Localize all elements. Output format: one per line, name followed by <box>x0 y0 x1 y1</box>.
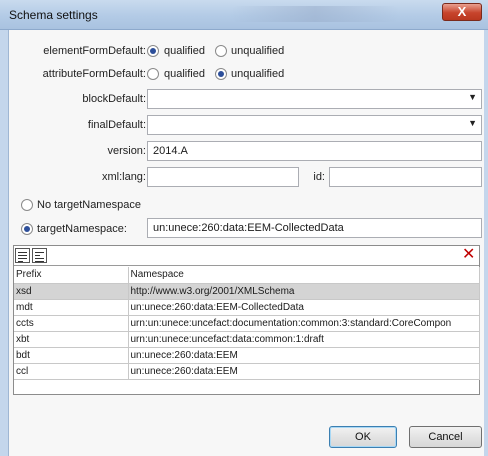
title-bar[interactable]: Schema settings X <box>0 0 488 30</box>
element-form-qualified-radio[interactable] <box>147 45 159 57</box>
prefix-cell[interactable]: xbt <box>14 331 129 348</box>
final-default-label: finalDefault: <box>87 119 146 131</box>
namespace-cell[interactable]: http://www.w3.org/2001/XMLSchema <box>128 283 480 300</box>
window-frame-left <box>0 30 9 456</box>
column-header-namespace[interactable]: Namespace <box>128 267 480 284</box>
namespace-cell[interactable]: un:unece:260:data:EEM <box>128 363 480 380</box>
column-header-prefix[interactable]: Prefix <box>14 267 129 284</box>
attribute-form-qualified-label[interactable]: qualified <box>164 68 205 80</box>
namespace-cell[interactable]: un:unece:260:data:EEM-CollectedData <box>128 299 480 316</box>
prefix-cell[interactable]: xsd <box>14 283 129 300</box>
attribute-form-unqualified-radio[interactable] <box>215 68 227 80</box>
version-label: version: <box>107 145 146 157</box>
window-title: Schema settings <box>9 8 98 22</box>
cancel-button[interactable]: Cancel <box>409 426 482 448</box>
target-namespace-label[interactable]: targetNamespace: <box>37 223 127 235</box>
table-header-row: Prefix Namespace <box>14 267 480 284</box>
namespace-panel: ✕ Prefix Namespace xsd http://www.w3.org… <box>13 245 480 395</box>
window-frame-right <box>484 30 488 456</box>
table-row[interactable]: xbt urn:un:unece:uncefact:data:common:1:… <box>14 331 480 348</box>
attribute-form-qualified-radio[interactable] <box>147 68 159 80</box>
element-form-default-label: elementFormDefault: <box>43 45 146 57</box>
id-label: id: <box>313 171 325 183</box>
list-add-icon[interactable] <box>15 248 30 263</box>
target-namespace-input[interactable]: un:unece:260:data:EEM-CollectedData <box>147 218 482 238</box>
block-default-select[interactable]: ▼ <box>147 89 482 109</box>
close-button[interactable]: X <box>442 3 482 21</box>
prefix-cell[interactable]: mdt <box>14 299 129 316</box>
element-form-unqualified-radio[interactable] <box>215 45 227 57</box>
namespace-toolbar: ✕ <box>14 246 479 266</box>
namespace-cell[interactable]: un:unece:260:data:EEM <box>128 347 480 364</box>
final-default-select[interactable]: ▼ <box>147 115 482 135</box>
element-form-unqualified-label[interactable]: unqualified <box>231 45 284 57</box>
delete-x-icon[interactable]: ✕ <box>462 246 475 264</box>
namespace-cell[interactable]: urn:un:unece:uncefact:documentation:comm… <box>128 315 480 332</box>
target-namespace-radio[interactable] <box>21 223 33 235</box>
table-row[interactable]: ccts urn:un:unece:uncefact:documentation… <box>14 315 480 332</box>
namespace-cell[interactable]: urn:un:unece:uncefact:data:common:1:draf… <box>128 331 480 348</box>
prefix-cell[interactable]: ccl <box>14 363 129 380</box>
xml-lang-label: xml:lang: <box>101 171 146 183</box>
table-row[interactable]: mdt un:unece:260:data:EEM-CollectedData <box>14 299 480 316</box>
chevron-down-icon[interactable]: ▼ <box>468 118 477 128</box>
version-input[interactable]: 2014.A <box>147 141 482 161</box>
element-form-qualified-label[interactable]: qualified <box>164 45 205 57</box>
title-bar-blur <box>230 6 400 22</box>
no-target-namespace-radio[interactable] <box>21 199 33 211</box>
attribute-form-default-label: attributeFormDefault: <box>42 68 146 80</box>
namespace-table: Prefix Namespace xsd http://www.w3.org/2… <box>14 267 480 380</box>
block-default-label: blockDefault: <box>82 93 146 105</box>
id-input[interactable] <box>329 167 482 187</box>
prefix-cell[interactable]: bdt <box>14 347 129 364</box>
prefix-cell[interactable]: ccts <box>14 315 129 332</box>
table-row[interactable]: bdt un:unece:260:data:EEM <box>14 347 480 364</box>
ok-button[interactable]: OK <box>329 426 397 448</box>
list-insert-icon[interactable] <box>32 248 47 263</box>
no-target-namespace-label[interactable]: No targetNamespace <box>37 199 141 211</box>
xml-lang-input[interactable] <box>147 167 299 187</box>
table-row[interactable]: xsd http://www.w3.org/2001/XMLSchema <box>14 283 480 300</box>
table-row[interactable]: ccl un:unece:260:data:EEM <box>14 363 480 380</box>
chevron-down-icon[interactable]: ▼ <box>468 92 477 102</box>
attribute-form-unqualified-label[interactable]: unqualified <box>231 68 284 80</box>
